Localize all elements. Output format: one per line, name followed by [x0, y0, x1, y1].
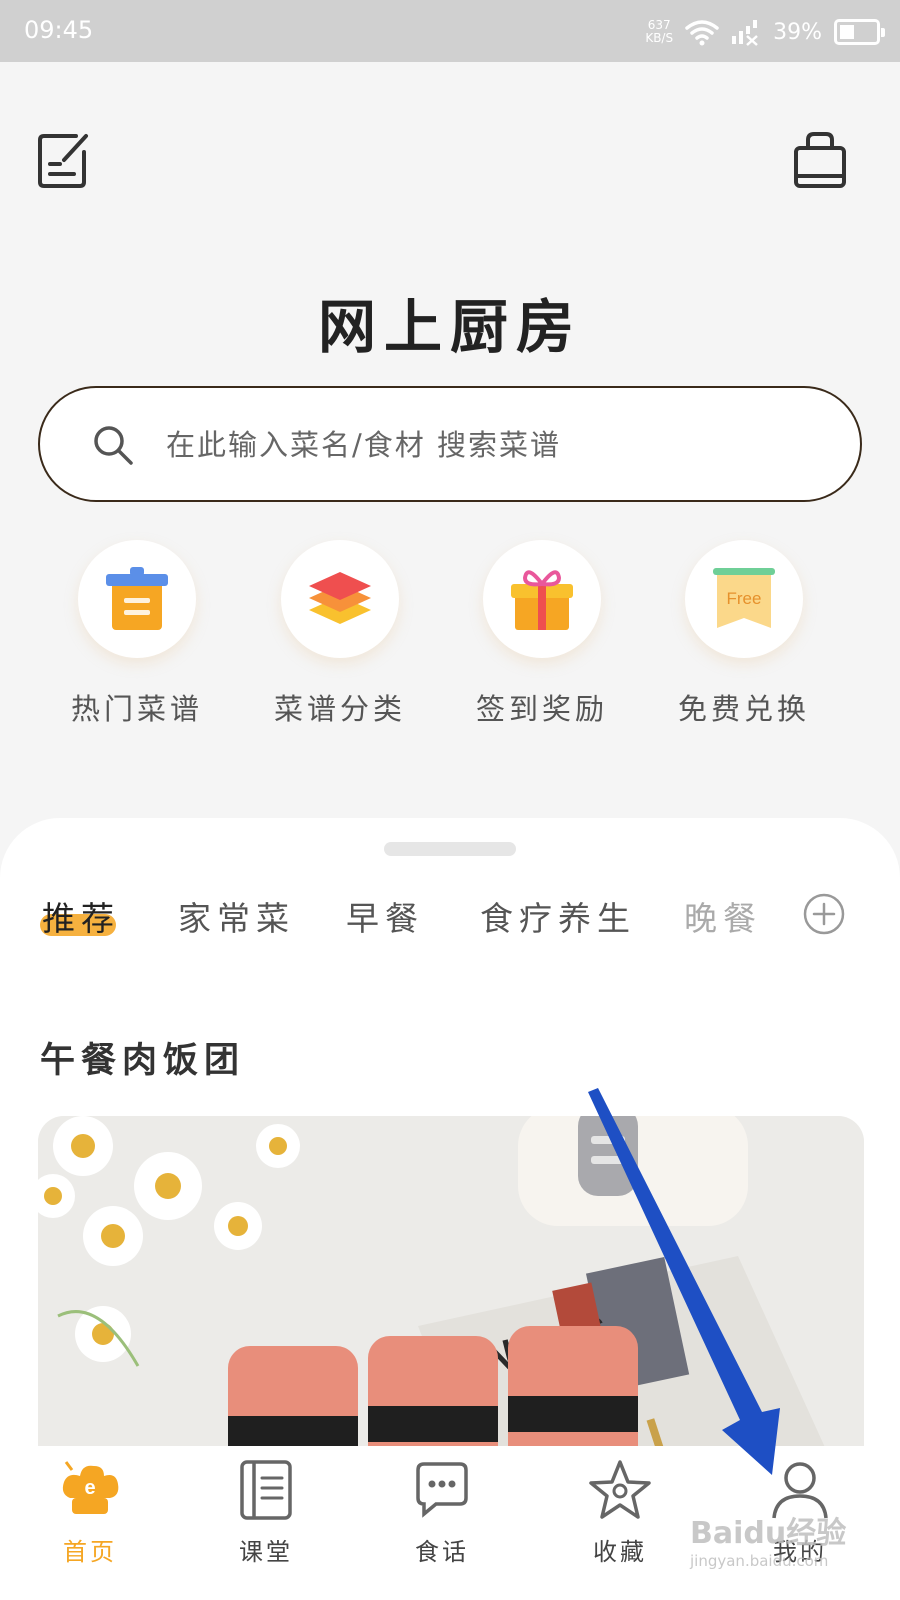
battery-icon [834, 19, 885, 45]
signal-no-sim-icon [732, 20, 758, 46]
shopping-bag-icon[interactable] [792, 130, 848, 190]
status-time: 09:45 [24, 16, 94, 44]
tab-label: 晚餐 [684, 899, 762, 938]
quick-entry-checkin-rewards[interactable]: 签到奖励 [442, 540, 642, 728]
wifi-icon [685, 20, 719, 46]
quick-entries: 热门菜谱 菜谱分类 签到奖励 Free 免费兑换 [0, 540, 900, 740]
quick-entry-circle [281, 540, 399, 658]
add-tab-icon[interactable] [802, 892, 846, 936]
recipe-box-icon [106, 567, 168, 630]
net-speed: 637 KB/S [645, 19, 673, 45]
quick-entry-label: 菜谱分类 [273, 692, 406, 726]
app-title: 网上厨房 [317, 293, 582, 361]
quick-entry-circle [483, 540, 601, 658]
quick-entry-label: 签到奖励 [475, 692, 608, 726]
star-icon [589, 1460, 651, 1519]
battery-text: 39% [773, 19, 822, 45]
free-ribbon-icon: Free [713, 568, 775, 628]
search-bar[interactable] [38, 386, 862, 502]
nav-label: 首页 [63, 1538, 117, 1566]
layers-icon [309, 572, 371, 624]
quick-entry-hot-recipes[interactable]: 热门菜谱 [37, 540, 237, 728]
tab-dinner[interactable]: 晚餐 [684, 892, 762, 940]
sheet-drag-handle[interactable] [384, 842, 516, 856]
status-bar: 09:45 637 KB/S 39% [0, 0, 900, 62]
search-icon [94, 426, 133, 465]
watermark-text: Baidu经验 [690, 1516, 847, 1551]
gift-icon [511, 570, 573, 630]
chat-icon [416, 1462, 468, 1518]
free-badge-text: Free [727, 589, 762, 608]
tab-breakfast[interactable]: 早餐 [346, 892, 424, 940]
net-speed-unit: KB/S [645, 31, 674, 45]
notebook-icon [240, 1460, 292, 1520]
quick-entry-label: 热门菜谱 [70, 692, 203, 726]
edit-note-icon[interactable] [36, 130, 92, 190]
nav-label: 收藏 [593, 1538, 647, 1566]
nav-classroom[interactable]: 课堂 [176, 1446, 356, 1600]
quick-entry-circle [78, 540, 196, 658]
quick-entry-circle: Free [685, 540, 803, 658]
search-input[interactable] [166, 420, 806, 470]
tab-home-cooking[interactable]: 家常菜 [178, 892, 295, 940]
quick-entry-recipe-categories[interactable]: 菜谱分类 [240, 540, 440, 728]
category-tabs: 推荐 家常菜 早餐 食疗养生 晚餐 [0, 892, 900, 952]
quick-entry-free-exchange[interactable]: Free 免费兑换 [644, 540, 844, 728]
status-right-group: 637 KB/S 39% [645, 12, 885, 52]
tab-health-diet[interactable]: 食疗养生 [480, 892, 636, 940]
nav-food-talk[interactable]: 食话 [352, 1446, 532, 1600]
watermark-subtext: jingyan.baidu.com [690, 1552, 829, 1570]
tab-label: 家常菜 [178, 899, 295, 938]
tab-label: 早餐 [346, 899, 424, 938]
tab-label: 推荐 [42, 899, 120, 938]
nav-favorites[interactable]: 收藏 [530, 1446, 710, 1600]
svg-text:e: e [84, 1477, 95, 1499]
nav-home[interactable]: e 首页 [0, 1446, 180, 1600]
tab-label: 食疗养生 [480, 899, 636, 938]
tab-recommend[interactable]: 推荐 [40, 892, 120, 940]
quick-entry-label: 免费兑换 [677, 692, 810, 726]
nav-label: 食话 [415, 1538, 469, 1566]
nav-label: 课堂 [239, 1538, 293, 1566]
recipe-title[interactable]: 午餐肉饭团 [40, 1032, 245, 1083]
chef-hat-icon: e [62, 1461, 119, 1514]
